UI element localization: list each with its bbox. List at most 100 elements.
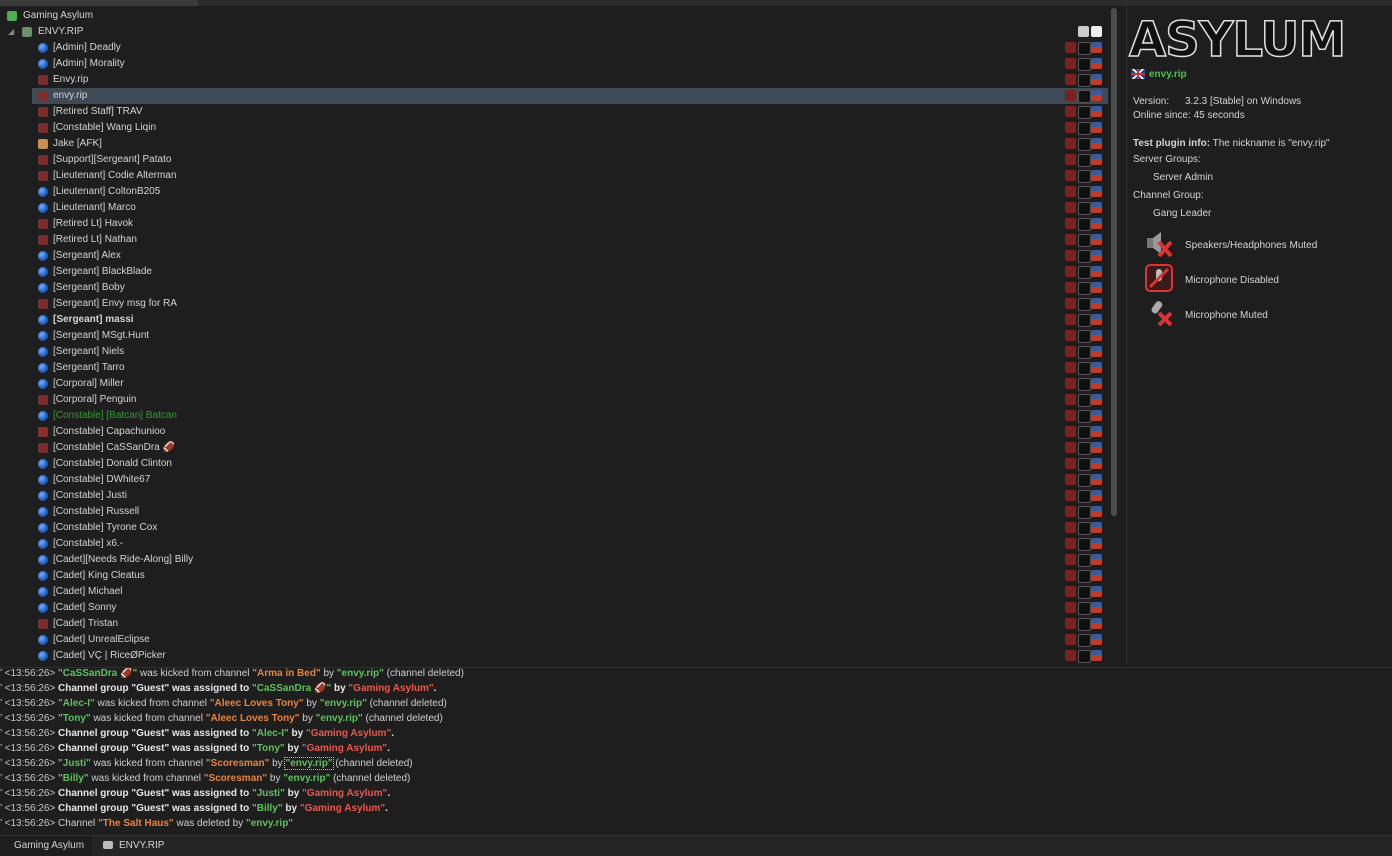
user-row[interactable]: [Support][Sergeant] Patato [0,152,1108,168]
user-name: [Admin] Deadly [53,42,121,53]
user-row[interactable]: [Lieutenant] Codie Alterman [0,168,1108,184]
collapse-icon[interactable]: ◢ [8,24,14,40]
user-name: [Sergeant] massi [53,314,134,325]
log-link[interactable]: "Alec-I" [252,728,289,739]
user-row[interactable]: [Lieutenant] Marco [0,200,1108,216]
log-link[interactable]: "envy.rip" [320,698,367,709]
user-row[interactable]: [Sergeant] Boby [0,280,1108,296]
user-row[interactable]: [Sergeant] Tarro [0,360,1108,376]
log-link[interactable]: "Tony" [252,743,285,754]
user-row[interactable]: [Constable] Wang Liqin [0,120,1108,136]
user-row[interactable]: [Sergeant] Alex [0,248,1108,264]
user-row[interactable]: [Admin] Deadly [0,40,1108,56]
log-timestamp: <13:56:26> [4,683,56,694]
server-row[interactable]: Gaming Asylum [0,8,1108,24]
log-link[interactable]: "envy.rip" [337,668,384,679]
user-row[interactable]: [Sergeant] massi [0,312,1108,328]
user-row[interactable]: envy.rip [32,88,1108,104]
user-row[interactable]: [Sergeant] BlackBlade [0,264,1108,280]
country-flag-icon [1091,314,1102,325]
log-link[interactable]: "envy.rip" [283,773,330,784]
log-link[interactable]: "Arma in Bed" [252,668,320,679]
tree-scrollbar[interactable] [1108,6,1120,665]
log-link[interactable]: "Scoresman" [204,773,267,784]
log-text: by [299,713,316,724]
user-name: [Constable] CaSSanDra 🏈 [53,442,175,453]
user-row[interactable]: [Constable] Capachunioo [0,424,1108,440]
user-status-icon [38,395,48,405]
log-link[interactable]: "Billy" [252,803,283,814]
talk-power-icon [1065,586,1076,597]
user-row[interactable]: [Lieutenant] ColtonB205 [0,184,1108,200]
log-link[interactable]: "Aleec Loves Tony" [206,713,300,724]
log-link[interactable]: "Gaming Asylum" [302,788,387,799]
user-row[interactable]: [Constable] x6.- [0,536,1108,552]
user-row[interactable]: [Retired Lt] Havok [0,216,1108,232]
user-status-icon [38,507,48,517]
log-link[interactable]: "The Salt Haus" [98,818,174,829]
log-link[interactable]: "Tony" [58,713,91,724]
user-name: [Sergeant] Envy msg for RA [53,298,177,309]
log-link[interactable]: "Gaming Asylum" [306,728,391,739]
user-row[interactable]: [Constable] CaSSanDra 🏈 [0,440,1108,456]
server-icon [7,11,17,21]
user-row[interactable]: [Retired Staff] TRAV [0,104,1108,120]
rank-icon [1078,42,1091,55]
talk-power-icon [1065,58,1076,69]
log-link[interactable]: "Scoresman" [206,758,269,769]
log-link[interactable]: "Alec-I" [58,698,95,709]
version-label: Version: [1133,96,1170,107]
user-row[interactable]: [Corporal] Penguin [0,392,1108,408]
version-value: 3.2.3 [Stable] on Windows [1185,96,1302,107]
user-name: [Sergeant] Alex [53,250,121,261]
user-row[interactable]: Envy.rip [0,72,1108,88]
channel-row[interactable]: ◢ ENVY.RIP [0,24,1108,40]
log-link[interactable]: "Aleec Loves Tony" [210,698,304,709]
user-row[interactable]: [Sergeant] Envy msg for RA [0,296,1108,312]
tab-gaming-asylum[interactable]: Gaming Asylum [0,836,93,856]
user-row[interactable]: [Sergeant] Niels [0,344,1108,360]
log-link[interactable]: "envy.rip" [284,757,334,770]
user-row[interactable]: [Cadet] King Cleatus [0,568,1108,584]
user-row[interactable]: [Constable] [Batcan] Batcan [0,408,1108,424]
log-line: ’ <13:56:26> "Alec-I" was kicked from ch… [0,698,447,709]
user-row[interactable]: [Corporal] Miller [0,376,1108,392]
user-row[interactable]: [Cadet] Tristan [0,616,1108,632]
user-row[interactable]: Jake [AFK] [0,136,1108,152]
log-link[interactable]: "CaSSanDra 🏈" [252,683,331,694]
log-link[interactable]: "Gaming Asylum" [300,803,385,814]
user-name: [Retired Lt] Havok [53,218,134,229]
log-link[interactable]: "Justi" [58,758,91,769]
chat-log[interactable]: ’ <13:56:26> "CaSSanDra 🏈" was kicked fr… [0,667,1392,834]
log-link[interactable]: "Billy" [58,773,89,784]
user-row[interactable]: [Constable] Tyrone Cox [0,520,1108,536]
tree-scrollbar-thumb[interactable] [1111,8,1117,516]
log-link[interactable]: "Gaming Asylum" [348,683,433,694]
log-link[interactable]: "CaSSanDra 🏈" [58,668,137,679]
user-row[interactable]: [Constable] Russell [0,504,1108,520]
user-row[interactable]: [Cadet] VÇ | RiceØPicker [0,648,1108,664]
log-text: was deleted by [173,818,246,829]
log-link[interactable]: "envy.rip" [246,818,293,829]
user-row[interactable]: [Cadet][Needs Ride-Along] Billy [0,552,1108,568]
user-status-icon [38,603,48,613]
user-row[interactable]: [Sergeant] MSgt.Hunt [0,328,1108,344]
log-link[interactable]: "envy.rip" [316,713,363,724]
user-row[interactable]: [Admin] Morality [0,56,1108,72]
user-row[interactable]: [Cadet] Michael [0,584,1108,600]
log-line: ’ <13:56:26> Channel group "Guest" was a… [0,803,388,814]
user-row[interactable]: [Constable] Justi [0,488,1108,504]
log-text: by [282,803,300,814]
online-label: Online since: [1133,110,1191,121]
user-row[interactable]: [Retired Lt] Nathan [0,232,1108,248]
talk-power-icon [1065,186,1076,197]
user-row[interactable]: [Cadet] Sonny [0,600,1108,616]
user-row[interactable]: [Cadet] UnrealEclipse [0,632,1108,648]
channel-tree[interactable]: Gaming Asylum ◢ ENVY.RIP [Admin] Deadly [… [0,6,1120,665]
user-row[interactable]: [Constable] DWhite67 [0,472,1108,488]
log-link[interactable]: "Justi" [252,788,285,799]
user-row[interactable]: [Constable] Donald Clinton [0,456,1108,472]
user-status-icon [38,155,48,165]
log-link[interactable]: "Gaming Asylum" [302,743,387,754]
tab-envy-rip[interactable]: ENVY.RIP [95,836,172,856]
